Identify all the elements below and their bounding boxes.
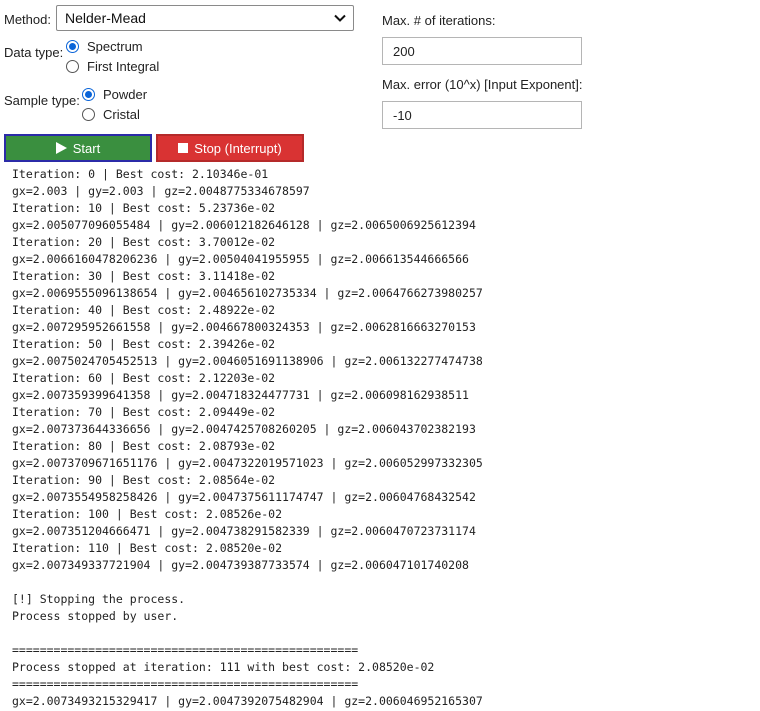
max-error-input[interactable]: -10 <box>382 101 582 129</box>
max-iterations-value: 200 <box>393 43 415 59</box>
log-line: gx=2.007351204666471 | gy=2.004738291582… <box>12 524 476 538</box>
log-line: gx=2.007349337721904 | gy=2.004739387733… <box>12 558 469 572</box>
data-type-option-label: Spectrum <box>87 38 143 54</box>
log-line: gx=2.0066160478206236 | gy=2.00504041955… <box>12 252 469 266</box>
log-line: Iteration: 50 | Best cost: 2.39426e-02 <box>12 337 276 351</box>
log-line: Iteration: 80 | Best cost: 2.08793e-02 <box>12 439 276 453</box>
sample-type-radio-group: Powder Cristal <box>82 84 147 124</box>
start-button-label: Start <box>72 140 101 156</box>
log-line: Iteration: 0 | Best cost: 2.10346e-01 <box>12 167 269 181</box>
log-line: gx=2.0073554958258426 | gy=2.00473756111… <box>12 490 476 504</box>
log-line: Iteration: 100 | Best cost: 2.08526e-02 <box>12 507 283 521</box>
log-line: Iteration: 10 | Best cost: 5.23736e-02 <box>12 201 276 215</box>
log-line: gx=2.003 | gy=2.003 | gz=2.0048775334678… <box>12 184 310 198</box>
log-line: ========================================… <box>12 677 359 691</box>
log-line: Iteration: 20 | Best cost: 3.70012e-02 <box>12 235 276 249</box>
radio-powder[interactable] <box>82 87 95 101</box>
start-button[interactable]: Start <box>4 134 152 162</box>
sample-type-option-powder[interactable]: Powder <box>82 84 147 104</box>
data-type-option-spectrum[interactable]: Spectrum <box>66 36 159 56</box>
log-line: Iteration: 30 | Best cost: 3.11418e-02 <box>12 269 276 283</box>
max-error-label: Max. error (10^x) [Input Exponent]: <box>382 77 583 92</box>
log-line: Iteration: 60 | Best cost: 2.12203e-02 <box>12 371 276 385</box>
log-line: Process stopped by user. <box>12 609 179 623</box>
log-line: [!] Stopping the process. <box>12 592 186 606</box>
method-label: Method: <box>4 12 51 27</box>
log-line: gx=2.007295952661558 | gy=2.004667800324… <box>12 320 476 334</box>
stop-button-label: Stop (Interrupt) <box>194 140 282 156</box>
method-select[interactable]: Nelder-Mead <box>56 5 354 31</box>
log-line: gx=2.007359399641358 | gy=2.004718324477… <box>12 388 469 402</box>
stop-icon <box>178 143 189 153</box>
max-error-value: -10 <box>393 107 412 123</box>
method-selected-value: Nelder-Mead <box>65 10 146 26</box>
sample-type-option-cristal[interactable]: Cristal <box>82 104 147 124</box>
stop-button[interactable]: Stop (Interrupt) <box>156 134 304 162</box>
sample-type-option-label: Powder <box>103 86 148 102</box>
data-type-radio-group: Spectrum First Integral <box>66 36 159 76</box>
log-line: gx=2.0073709671651176 | gy=2.00473220195… <box>12 456 483 470</box>
log-line: ========================================… <box>12 643 359 657</box>
log-line: Iteration: 70 | Best cost: 2.09449e-02 <box>12 405 276 419</box>
max-iterations-input[interactable]: 200 <box>382 37 582 65</box>
max-iterations-label: Max. # of iterations: <box>382 13 496 28</box>
log-line: gx=2.005077096055484 | gy=2.006012182646… <box>12 218 476 232</box>
output-log: Iteration: 0 | Best cost: 2.10346e-01 gx=… <box>12 166 752 710</box>
log-line: gx=2.0069555096138654 | gy=2.00465610273… <box>12 286 483 300</box>
log-line: Iteration: 90 | Best cost: 2.08564e-02 <box>12 473 276 487</box>
log-line: Process stopped at iteration: 111 with b… <box>12 660 435 674</box>
log-line: gx=2.0075024705452513 | gy=2.00460516911… <box>12 354 483 368</box>
data-type-option-label: First Integral <box>87 58 160 74</box>
radio-first-integral[interactable] <box>66 59 79 73</box>
log-line: gx=2.0073493215329417 | gy=2.00473920754… <box>12 694 483 708</box>
play-icon <box>55 142 67 154</box>
sample-type-label: Sample type: <box>4 93 80 108</box>
radio-spectrum[interactable] <box>66 39 79 53</box>
log-line: Iteration: 110 | Best cost: 2.08520e-02 <box>12 541 283 555</box>
sample-type-option-label: Cristal <box>103 106 140 122</box>
chevron-down-icon <box>334 14 346 22</box>
data-type-label: Data type: <box>4 45 64 60</box>
log-line: Iteration: 40 | Best cost: 2.48922e-02 <box>12 303 276 317</box>
radio-cristal[interactable] <box>82 107 95 121</box>
data-type-option-first-integral[interactable]: First Integral <box>66 56 159 76</box>
log-line: gx=2.007373644336656 | gy=2.004742570826… <box>12 422 476 436</box>
